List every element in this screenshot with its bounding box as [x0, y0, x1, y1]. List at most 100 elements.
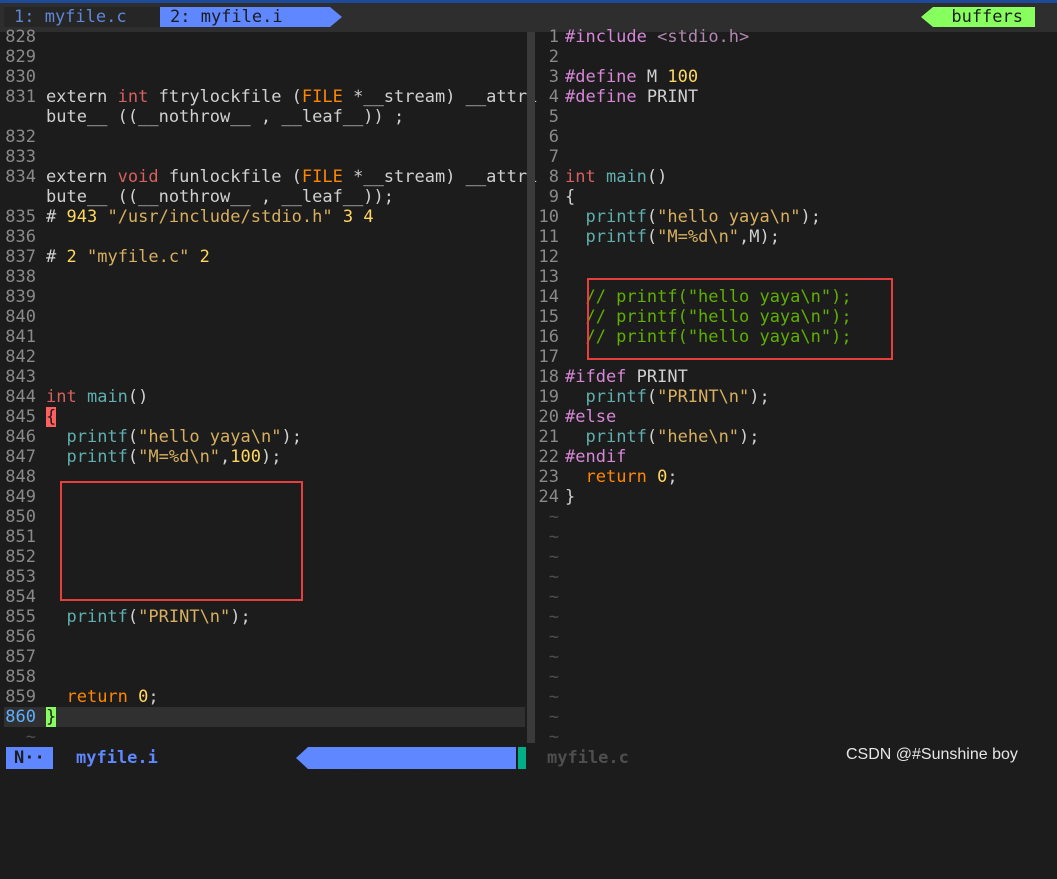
line-number: 848 — [5, 467, 36, 487]
tab-myfile-i[interactable]: 2: myfile.i — [160, 7, 342, 27]
line-number: 836 — [5, 227, 36, 247]
empty-buffer-line[interactable]: ~ — [537, 687, 1049, 707]
empty-buffer-line[interactable]: ~ — [537, 527, 1049, 547]
left-editor-pane[interactable]: 828 829 830 831 extern int ftrylockfile (FIL… — [4, 27, 537, 747]
empty-buffer-line[interactable]: ~ — [537, 547, 1049, 567]
code-line[interactable]: 857 — [4, 647, 525, 667]
code-line[interactable]: 833 — [4, 147, 525, 167]
empty-buffer-line[interactable]: ~ — [537, 507, 1049, 527]
line-number: 854 — [5, 587, 36, 607]
empty-buffer-line[interactable]: ~ — [537, 647, 1049, 667]
line-code: #ifdef PRINT — [565, 367, 688, 387]
code-line[interactable]: 9{ — [537, 187, 1049, 207]
code-line[interactable]: 836 — [4, 227, 525, 247]
empty-buffer-line[interactable]: ~ — [537, 587, 1049, 607]
code-line[interactable]: 6 — [537, 127, 1049, 147]
cursor-column: 1 — [496, 836, 507, 856]
code-line[interactable]: 3 #define M 100 — [537, 67, 1049, 87]
code-line[interactable]: 10 printf("hello yaya\n"); — [537, 207, 1049, 227]
code-line[interactable]: 24} — [537, 487, 1049, 507]
line-number: ~ — [548, 587, 559, 607]
code-line[interactable]: 837 # 2 "myfile.c" 2 — [4, 247, 525, 267]
empty-buffer-line[interactable]: ~ — [537, 567, 1049, 587]
code-line[interactable]: 839 — [4, 287, 525, 307]
line-number: 8 — [548, 167, 559, 187]
code-line[interactable]: 8 int main() — [537, 167, 1049, 187]
code-line[interactable]: 832 — [4, 127, 525, 147]
code-line[interactable]: 22 #endif — [537, 447, 1049, 467]
line-code: printf("hehe\n"); — [585, 427, 760, 447]
line-number: 837 — [5, 247, 36, 267]
code-line[interactable]: 838 — [4, 267, 525, 287]
code-line[interactable]: 842 — [4, 347, 525, 367]
code-line[interactable]: 856 — [4, 627, 525, 647]
line-number: 828 — [5, 27, 36, 47]
empty-buffer-line[interactable]: ~ — [537, 707, 1049, 727]
code-line[interactable]: 845 { — [4, 407, 525, 427]
line-number: 845 — [5, 407, 36, 427]
empty-buffer-line[interactable]: ~ — [537, 607, 1049, 627]
line-number: 10 — [538, 207, 559, 227]
code-line[interactable]: 847 printf("M=%d\n",100); — [4, 447, 525, 467]
line-number: 6 — [548, 127, 559, 147]
line-number: 17 — [538, 347, 559, 367]
code-line[interactable]: 834 extern void funlockfile (FILE *__stre… — [4, 167, 537, 187]
line-number: ~ — [548, 687, 559, 707]
line-number: 849 — [5, 487, 36, 507]
line-code: printf("hello yaya\n"); — [585, 207, 821, 227]
line-number: 830 — [5, 67, 36, 87]
line-number: ~ — [548, 667, 559, 687]
code-line[interactable]: 855 printf("PRINT\n"); — [4, 607, 525, 627]
code-line[interactable]: 4 #define PRINT — [537, 87, 1049, 107]
line-number: 835 — [5, 207, 36, 227]
line-number: 855 — [5, 607, 36, 627]
code-line[interactable]: 21 printf("hehe\n"); — [537, 427, 1049, 447]
line-number: 18 — [538, 367, 559, 387]
code-line[interactable]: 843 — [4, 367, 525, 387]
line-number: 851 — [5, 527, 36, 547]
line-code: bute__ ((__nothrow__ , __leaf__)); — [46, 187, 394, 207]
code-line[interactable]: 844 int main() — [4, 387, 525, 407]
code-line[interactable]: 5 — [537, 107, 1049, 127]
code-line[interactable]: 11 printf("M=%d\n",M); — [537, 227, 1049, 247]
code-line[interactable]: 831 extern int ftrylockfile (FILE *__stre… — [4, 87, 537, 107]
code-line[interactable]: 7 — [537, 147, 1049, 167]
tab-myfile-c[interactable]: 1: myfile.c — [4, 7, 186, 27]
right-editor-pane[interactable]: 1 #include <stdio.h> 2 3 #define M 100 4 #defi… — [537, 27, 1049, 747]
line-number: 860 — [5, 707, 36, 727]
empty-buffer-line[interactable]: ~ — [537, 667, 1049, 687]
code-line[interactable]: 829 — [4, 47, 525, 67]
line-number: 22 — [538, 447, 559, 467]
empty-buffer-line[interactable]: ~ — [537, 627, 1049, 647]
code-line[interactable]: 18 #ifdef PRINT — [537, 367, 1049, 387]
line-code: #define M 100 — [565, 67, 699, 87]
code-line[interactable]: 835 # 943 "/usr/include/stdio.h" 3 4 — [4, 207, 525, 227]
code-line[interactable]: 840 — [4, 307, 525, 327]
code-line[interactable]: 828 — [4, 27, 525, 47]
line-number: 829 — [5, 47, 36, 67]
code-line[interactable]: 830 — [4, 67, 525, 87]
code-line[interactable]: bute__ ((__nothrow__ , __leaf__)) ; — [4, 107, 525, 127]
line-number: 844 — [5, 387, 36, 407]
code-line[interactable]: 858 — [4, 667, 525, 687]
line-number: 4 — [548, 87, 559, 107]
code-line[interactable]: 23 return 0; — [537, 467, 1049, 487]
vertical-split-divider[interactable] — [527, 32, 535, 747]
line-number: 24 — [538, 487, 559, 507]
line-code: } — [565, 487, 576, 507]
code-line[interactable]: 841 — [4, 327, 525, 347]
line-number: 838 — [5, 267, 36, 287]
code-line[interactable]: 12 — [537, 247, 1049, 267]
highlight-box-removed-code — [60, 481, 303, 601]
line-code: #include <stdio.h> — [565, 27, 750, 47]
cursor-line-position: 860860 — [396, 792, 458, 812]
line-number: 14 — [538, 287, 559, 307]
code-line[interactable]: 2 — [537, 47, 1049, 67]
code-line[interactable]: 846 printf("hello yaya\n"); — [4, 427, 525, 447]
code-line[interactable]: 19 printf("PRINT\n"); — [537, 387, 1049, 407]
code-line[interactable]: 20 #else — [537, 407, 1049, 427]
code-line[interactable]: 859 return 0; — [4, 687, 525, 707]
code-line[interactable]: bute__ ((__nothrow__ , __leaf__)); — [4, 187, 525, 207]
code-line[interactable]: 860} — [4, 707, 525, 727]
code-line[interactable]: 1 #include <stdio.h> — [537, 27, 1049, 47]
